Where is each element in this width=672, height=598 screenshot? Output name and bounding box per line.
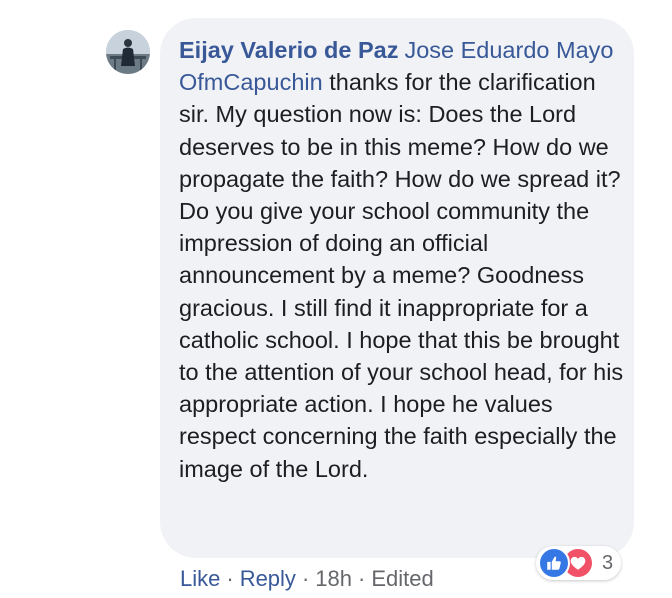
separator: ·: [226, 566, 234, 591]
comment-actions: Like · Reply · 18h · Edited: [180, 565, 434, 593]
author-name[interactable]: Eijay Valerio de Paz: [179, 37, 398, 63]
edited-link[interactable]: Edited: [371, 566, 433, 591]
reaction-count: 3: [602, 551, 614, 574]
like-icon: [538, 547, 570, 579]
comment-text: thanks for the clarification sir. My que…: [179, 69, 624, 482]
comment: Eijay Valerio de Paz Jose Eduardo Mayo Of…: [0, 0, 672, 598]
avatar[interactable]: [106, 30, 150, 74]
comment-body: Eijay Valerio de Paz Jose Eduardo Mayo Of…: [179, 34, 624, 485]
separator: ·: [357, 566, 366, 591]
avatar-photo: [106, 30, 150, 74]
reply-button[interactable]: Reply: [240, 566, 296, 591]
reactions-badge[interactable]: 3: [536, 546, 622, 580]
separator: ·: [301, 566, 310, 591]
like-button[interactable]: Like: [180, 566, 220, 591]
comment-bubble: Eijay Valerio de Paz Jose Eduardo Mayo Of…: [160, 18, 634, 558]
timestamp-link[interactable]: 18h: [315, 566, 352, 591]
